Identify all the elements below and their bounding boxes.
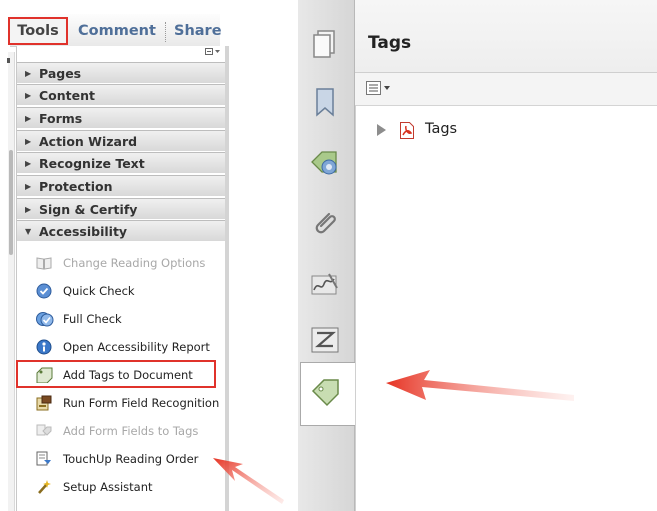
quick-check-item[interactable]: Quick Check (17, 278, 225, 304)
setup-assistant-item[interactable]: Setup Assistant (17, 474, 225, 500)
order-icon[interactable] (309, 324, 341, 356)
item-label: Quick Check (63, 284, 135, 298)
page-thumbnails-icon[interactable] (309, 28, 341, 60)
tags-panel-header: Tags (355, 0, 657, 73)
tab-separator (165, 22, 166, 42)
item-label: Change Reading Options (63, 256, 206, 270)
wand-icon (36, 479, 52, 495)
report-globe-icon (36, 339, 52, 355)
collapsed-triangle-icon: ▶ (25, 182, 32, 191)
attachments-icon[interactable] (309, 208, 341, 240)
tools-pane: Tools Comment Share ▶ Pages ▶ Content ▶ … (0, 0, 232, 511)
item-label: Run Form Field Recognition (63, 396, 220, 410)
bookmarks-icon[interactable] (309, 86, 341, 118)
tag-icon (310, 377, 342, 409)
book-icon (36, 255, 52, 271)
checkmark-circle-icon (36, 283, 52, 299)
content-tag-icon[interactable] (309, 146, 341, 178)
reading-order-icon (36, 451, 52, 467)
section-content[interactable]: ▶ Content (17, 84, 225, 105)
section-sign-certify[interactable]: ▶ Sign & Certify (17, 198, 225, 219)
annotation-arrow-right (382, 365, 577, 415)
pdf-document-icon (400, 122, 414, 139)
section-accessibility[interactable]: ▼ Accessibility (17, 220, 225, 241)
expanded-triangle-icon: ▼ (25, 227, 32, 236)
open-accessibility-report-item[interactable]: Open Accessibility Report (17, 334, 225, 360)
section-label: Sign & Certify (39, 202, 138, 217)
item-label: Open Accessibility Report (63, 340, 210, 354)
tools-panel: ▶ Pages ▶ Content ▶ Forms ▶ Action Wizar… (16, 46, 229, 511)
item-label: Full Check (63, 312, 122, 326)
tags-tab-active[interactable] (300, 362, 356, 426)
collapsed-triangle-icon: ▶ (25, 114, 32, 123)
annotation-arrow-left (210, 448, 290, 508)
collapsed-triangle-icon: ▶ (25, 69, 32, 78)
section-recognize-text[interactable]: ▶ Recognize Text (17, 152, 225, 173)
section-label: Pages (39, 66, 82, 81)
double-check-icon (36, 311, 54, 327)
section-label: Content (39, 88, 95, 103)
document-edge (8, 52, 15, 511)
tags-panel-title: Tags (368, 33, 412, 53)
expand-triangle-icon[interactable] (377, 124, 386, 136)
item-label: Setup Assistant (63, 480, 153, 494)
add-tags-highlight-box (16, 360, 216, 388)
run-form-field-recognition-item[interactable]: Run Form Field Recognition (17, 390, 225, 416)
touchup-reading-order-item[interactable]: TouchUp Reading Order (17, 446, 225, 472)
section-action-wizard[interactable]: ▶ Action Wizard (17, 130, 225, 151)
tree-root-label: Tags (425, 121, 458, 137)
add-form-fields-to-tags-item[interactable]: Add Form Fields to Tags (17, 418, 225, 444)
collapsed-triangle-icon: ▶ (25, 159, 32, 168)
panel-divider (355, 105, 356, 511)
collapsed-triangle-icon: ▶ (25, 205, 32, 214)
section-label: Recognize Text (39, 156, 145, 171)
change-reading-options-item[interactable]: Change Reading Options (17, 250, 225, 276)
section-label: Forms (39, 111, 83, 126)
navigation-pane: Tags Tags (298, 0, 657, 511)
section-forms[interactable]: ▶ Forms (17, 107, 225, 128)
share-tab[interactable]: Share (174, 18, 222, 44)
form-tag-icon (36, 423, 52, 439)
tags-tree-root[interactable]: Tags (355, 120, 657, 142)
tags-panel: Tags Tags (355, 0, 657, 511)
section-label: Action Wizard (39, 134, 138, 149)
section-protection[interactable]: ▶ Protection (17, 175, 225, 196)
tools-tab[interactable]: Tools (8, 17, 68, 45)
task-pane-tabs: Tools Comment Share (8, 14, 222, 47)
signatures-icon[interactable] (309, 268, 341, 300)
comment-tab[interactable]: Comment (78, 18, 156, 44)
section-pages[interactable]: ▶ Pages (17, 62, 225, 83)
tags-toolbar (355, 73, 657, 106)
document-scrollbar-thumb[interactable] (9, 150, 13, 255)
document-marker (7, 58, 10, 63)
navigation-icon-bar (298, 0, 356, 511)
collapsed-triangle-icon: ▶ (25, 91, 32, 100)
item-label: Add Form Fields to Tags (63, 424, 199, 438)
section-label: Protection (39, 179, 113, 194)
full-check-item[interactable]: Full Check (17, 306, 225, 332)
collapsed-triangle-icon: ▶ (25, 137, 32, 146)
options-menu-button[interactable] (366, 81, 392, 98)
form-field-icon (36, 395, 52, 411)
item-label: TouchUp Reading Order (63, 452, 199, 466)
panel-options-icon[interactable] (205, 48, 221, 56)
section-label: Accessibility (39, 224, 128, 239)
